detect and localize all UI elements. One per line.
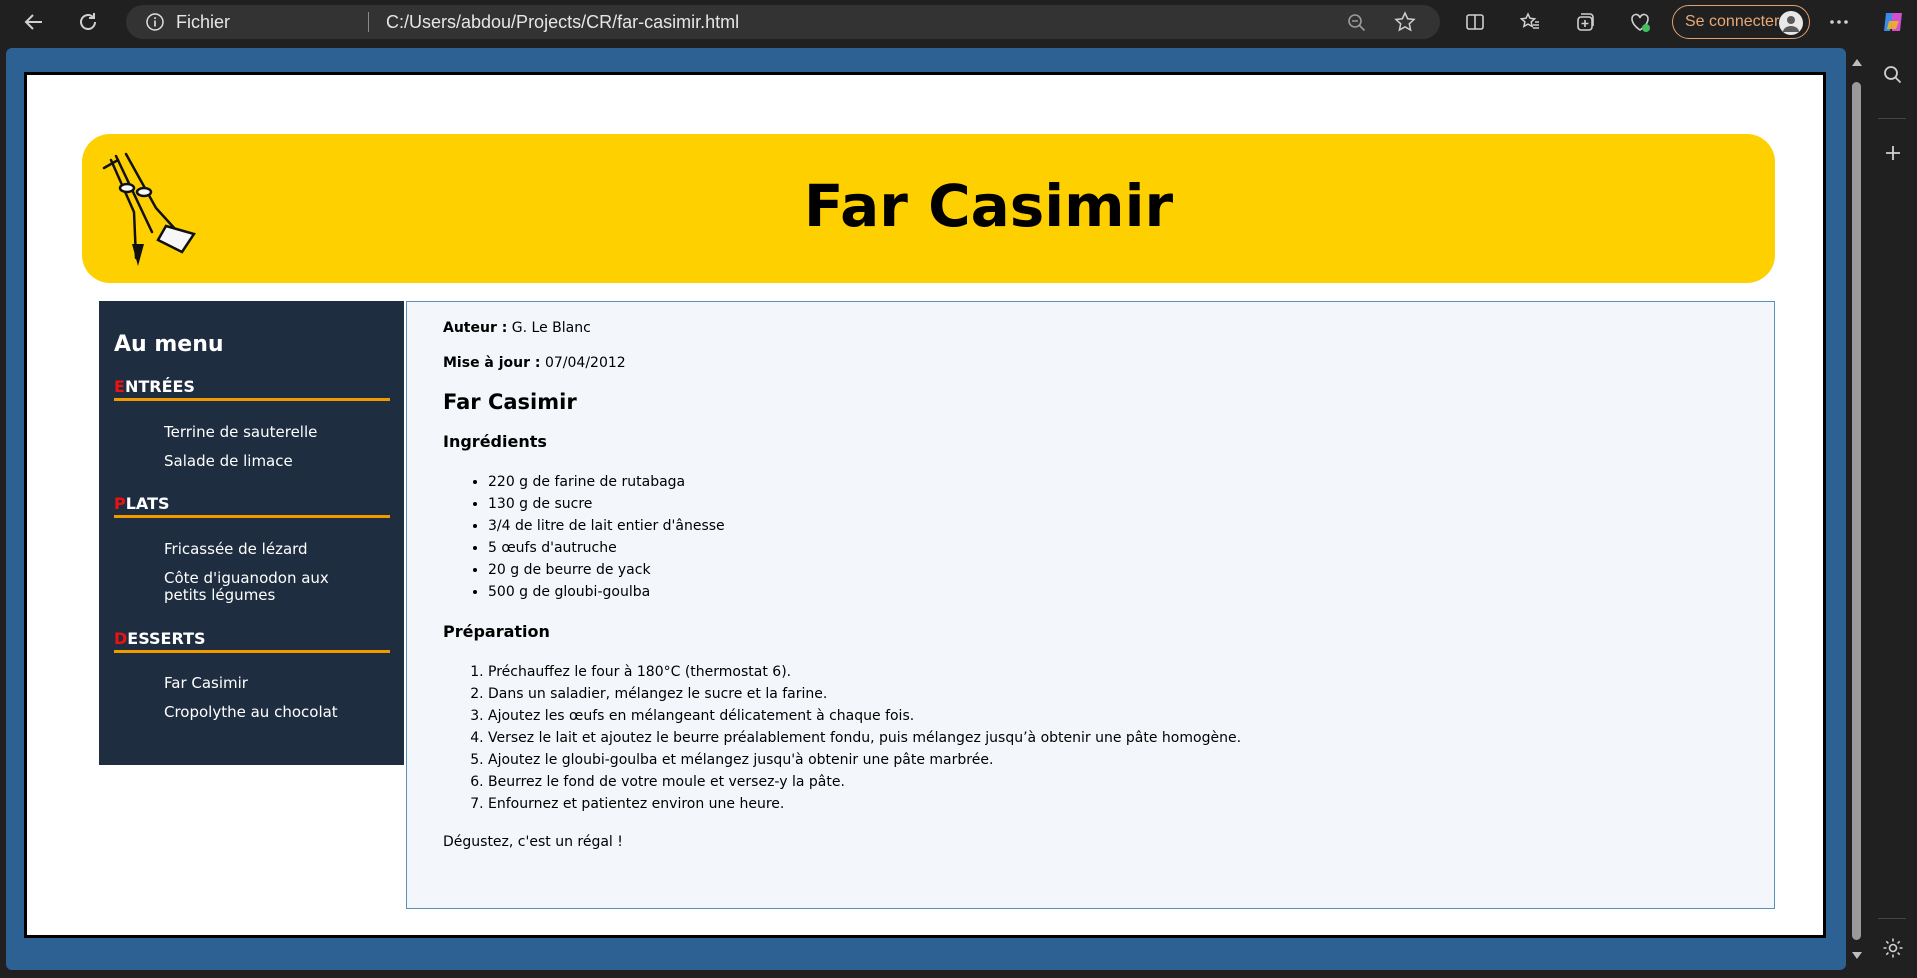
update-value: 07/04/2012	[544, 355, 626, 371]
avatar-icon	[1779, 11, 1803, 35]
ingredient-item: 3/4 de litre de lait entier d'ânesse	[488, 515, 725, 537]
step-item: Versez le lait et ajoutez le beurre préa…	[488, 727, 1241, 749]
recipe-title: Far Casimir	[443, 390, 577, 414]
more-options-button[interactable]	[1823, 6, 1855, 38]
gear-icon	[1883, 938, 1903, 958]
ingredient-item: 500 g de gloubi-goulba	[488, 581, 725, 603]
sign-in-label: Se connecter	[1685, 13, 1780, 30]
scrollbar-thumb[interactable]	[1852, 82, 1861, 940]
step-item: Beurrez le fond de votre moule et versez…	[488, 771, 1241, 793]
address-divider	[368, 12, 369, 32]
browser-essentials-button[interactable]	[1624, 6, 1656, 38]
header-banner: Far Casimir	[82, 134, 1775, 283]
back-button[interactable]	[18, 6, 50, 38]
section-initial: D	[114, 629, 128, 648]
author-value: G. Le Blanc	[511, 320, 591, 336]
back-arrow-icon	[24, 14, 42, 30]
recipe-content: Auteur : G. Le Blanc Mise à jour : 07/04…	[406, 301, 1775, 909]
split-screen-button[interactable]	[1459, 6, 1491, 38]
author-label: Auteur :	[443, 320, 508, 336]
page-banner-title: Far Casimir	[803, 172, 1174, 240]
menu-title: Au menu	[114, 332, 224, 357]
sidebar-settings-button[interactable]	[1881, 936, 1905, 964]
menu-item-cropolythe[interactable]: Cropolythe au chocolat	[164, 704, 374, 721]
info-icon[interactable]	[146, 13, 164, 31]
sidebar-add-button[interactable]	[1882, 142, 1904, 168]
menu-item-terrine[interactable]: Terrine de sauterelle	[164, 424, 374, 441]
update-line: Mise à jour : 07/04/2012	[443, 355, 626, 371]
favorites-button[interactable]	[1514, 6, 1546, 38]
step-item: Préchauffez le four à 180°C (thermostat …	[488, 661, 1241, 683]
menu-item-salade[interactable]: Salade de limace	[164, 453, 374, 470]
update-label: Mise à jour :	[443, 355, 541, 371]
favorites-icon	[1519, 12, 1539, 29]
reload-button[interactable]	[72, 6, 104, 38]
menu-section-desserts: DESSERTS	[114, 629, 390, 653]
menu-item-far-casimir[interactable]: Far Casimir	[164, 675, 374, 692]
section-label: ESSERTS	[127, 629, 206, 648]
copilot-button[interactable]	[1877, 6, 1909, 38]
address-url[interactable]: C:/Users/abdou/Projects/CR/far-casimir.h…	[386, 12, 739, 33]
menu-section-entrees: ENTRÉES	[114, 377, 390, 401]
ingredients-list: 220 g de farine de rutabaga 130 g de suc…	[443, 471, 725, 603]
ingredient-item: 20 g de beurre de yack	[488, 559, 725, 581]
menu-section-plats: PLATS	[114, 494, 390, 518]
web-page: Far Casimir Au menu ENTRÉES Terrine de s…	[24, 72, 1826, 938]
sidebar-divider-bottom	[1878, 918, 1906, 919]
preparation-heading: Préparation	[443, 622, 550, 641]
collections-icon	[1577, 13, 1594, 31]
zoom-icon[interactable]	[1346, 12, 1368, 34]
step-item: Enfournez et patientez environ une heure…	[488, 793, 1241, 815]
ingredient-item: 220 g de farine de rutabaga	[488, 471, 725, 493]
step-item: Dans un saladier, mélangez le sucre et l…	[488, 683, 1241, 705]
browser-toolbar: Fichier C:/Users/abdou/Projects/CR/far-c…	[0, 0, 1917, 44]
address-bar[interactable]: Fichier C:/Users/abdou/Projects/CR/far-c…	[126, 5, 1440, 39]
ingredients-heading: Ingrédients	[443, 432, 547, 451]
step-item: Ajoutez le gloubi-goulba et mélangez jus…	[488, 749, 1241, 771]
section-initial: P	[114, 494, 126, 513]
plus-icon	[1886, 146, 1900, 160]
section-initial: E	[114, 377, 125, 396]
scroll-down-arrow-icon[interactable]	[1851, 950, 1863, 962]
step-item: Ajoutez les œufs en mélangeant délicatem…	[488, 705, 1241, 727]
preparation-steps: Préchauffez le four à 180°C (thermostat …	[443, 661, 1241, 815]
reload-icon	[80, 13, 96, 30]
search-icon	[1884, 66, 1902, 84]
address-scheme-label: Fichier	[176, 12, 231, 32]
vertical-scrollbar[interactable]	[1848, 52, 1866, 968]
sign-in-button[interactable]: Se connecter	[1672, 5, 1810, 39]
section-label: LATS	[125, 494, 170, 513]
copilot-icon	[1884, 13, 1902, 31]
collections-button[interactable]	[1569, 6, 1601, 38]
browser-sidebar	[1868, 44, 1917, 978]
sidebar-search-button[interactable]	[1882, 64, 1904, 90]
sidebar-divider	[1878, 118, 1906, 119]
sidebar-menu: Au menu ENTRÉES Terrine de sauterelle Sa…	[99, 301, 404, 765]
menu-item-cote-iguanodon[interactable]: Côte d'iguanodon aux petits légumes	[164, 570, 374, 604]
split-screen-icon	[1466, 14, 1484, 30]
closing-text: Dégustez, c'est un régal !	[443, 834, 623, 850]
favorite-star-icon[interactable]	[1394, 11, 1416, 33]
author-line: Auteur : G. Le Blanc	[443, 320, 591, 336]
ingredient-item: 130 g de sucre	[488, 493, 725, 515]
menu-item-fricassee[interactable]: Fricassée de lézard	[164, 541, 374, 558]
section-label: NTRÉES	[124, 377, 195, 396]
ellipsis-icon	[1830, 20, 1848, 24]
ingredient-item: 5 œufs d'autruche	[488, 537, 725, 559]
scroll-up-arrow-icon[interactable]	[1851, 56, 1863, 68]
heart-pulse-icon	[1631, 13, 1650, 32]
